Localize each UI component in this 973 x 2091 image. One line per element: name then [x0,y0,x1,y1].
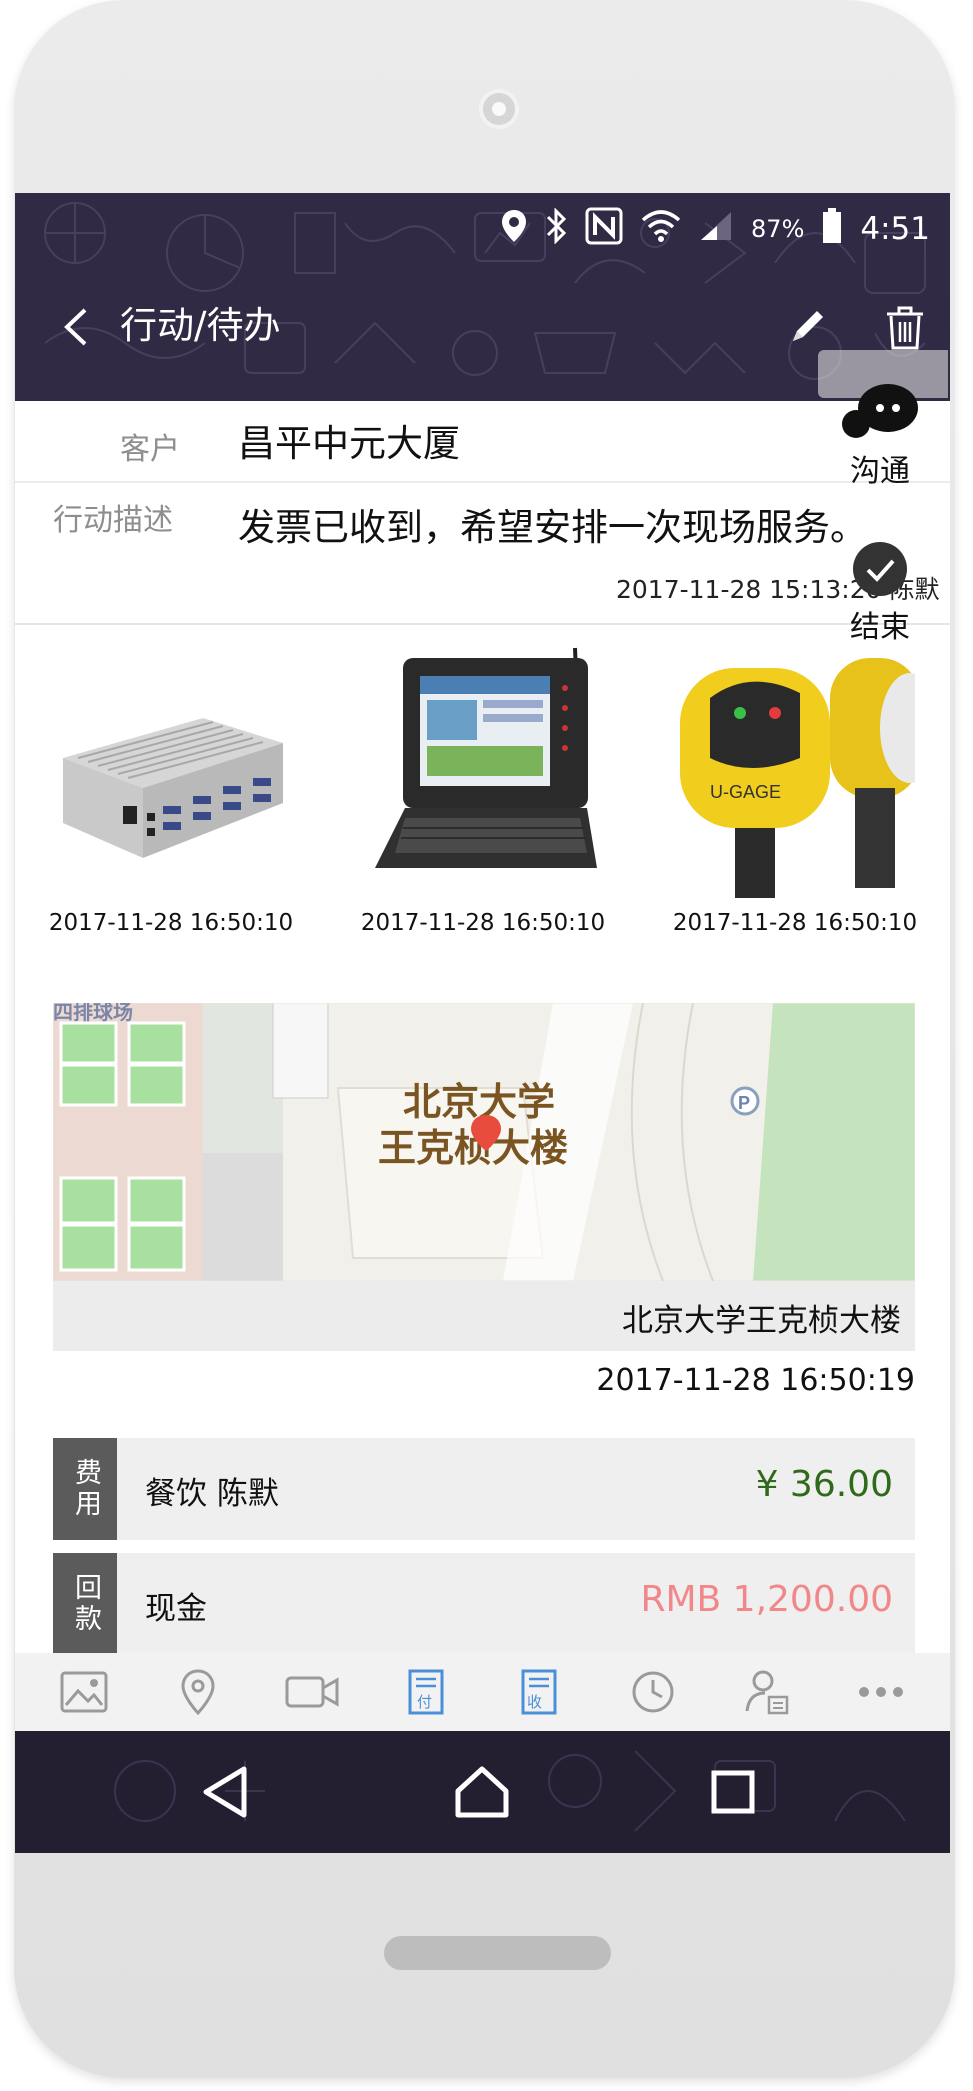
svg-text:U-GAGE: U-GAGE [710,782,781,802]
map-caption-bar: 北京大学王克桢大楼 [53,1281,915,1351]
location-icon [501,209,527,250]
back-button[interactable] [53,302,103,352]
image-button[interactable] [56,1664,112,1720]
payment-card[interactable]: 回款 现金 RMB 1,200.00 [53,1553,915,1653]
pencil-icon [793,311,823,341]
photo-gallery: U-GAGE 2017-11-28 16:50:10 2017-11-28 16… [49,638,917,948]
contact-button[interactable] [739,1664,795,1720]
customer-value[interactable]: 昌平中元大厦 [238,413,460,467]
expense-tag: 费用 [53,1438,117,1540]
page-title: 行动/待办 [120,304,281,347]
location-time: 2017-11-28 16:50:19 [596,1363,915,1398]
battery-icon [822,207,842,251]
expense-card[interactable]: 费用 餐饮 陈默 ¥ 36.00 [53,1438,915,1540]
pay-button[interactable]: 付 [398,1664,454,1720]
trash-icon [887,306,923,350]
edit-button[interactable] [785,303,831,349]
expense-text: 餐饮 陈默 [145,1476,279,1512]
chat-bubble-icon [842,384,918,438]
delete-button[interactable] [883,302,927,352]
video-icon [285,1676,339,1708]
location-button[interactable] [170,1664,226,1720]
pay-text: 付 [417,1693,432,1711]
pay-doc-icon: 付 [408,1669,444,1715]
clock-icon [632,1671,674,1713]
status-bar: 87% 4:51 [501,206,930,252]
finish-button[interactable]: 结束 [805,540,955,646]
chat-label: 沟通 [850,454,910,489]
photo-caption-1: 2017-11-28 16:50:10 [48,910,294,936]
wifi-icon [641,209,681,249]
map-corner-label: 四排球场 [53,1003,133,1024]
user-doc-icon [745,1670,789,1715]
svg-text:P: P [738,1093,750,1113]
rugged-laptop-image [365,638,600,898]
back-triangle-icon [203,1766,247,1818]
customer-label: 客户 [120,432,180,467]
phone-home-pill [384,1936,611,1970]
home-icon [455,1766,509,1818]
nav-home-button[interactable] [442,1756,522,1828]
photo-caption-2: 2017-11-28 16:50:10 [360,910,606,936]
sensor-image: U-GAGE [680,638,915,898]
receive-button[interactable]: 收 [511,1664,567,1720]
chevron-left-icon [64,308,87,346]
floating-actions: 沟通 结束 [805,350,955,670]
location-pin-icon [181,1669,215,1715]
more-button[interactable] [853,1664,909,1720]
photo-thumb-2[interactable] [365,638,600,898]
video-button[interactable] [284,1664,340,1720]
payment-amount: RMB 1,200.00 [640,1579,893,1620]
receive-text: 收 [527,1693,542,1711]
check-circle-icon [853,542,907,596]
payment-tag: 回款 [53,1553,117,1653]
map-image: P 四排球场 北京大学 王克桢大楼 [53,1003,915,1281]
front-camera [479,89,519,129]
signal-icon [699,210,733,249]
bottom-toolbar: 付 收 [15,1653,950,1731]
industrial-pc-image [53,638,288,898]
photo-thumb-1[interactable] [53,638,288,898]
nav-recents-button[interactable] [693,1756,773,1828]
receive-doc-icon: 收 [521,1669,557,1715]
finish-label: 结束 [850,610,910,645]
photo-caption-3: 2017-11-28 16:50:10 [672,910,918,936]
payment-text: 现金 [145,1591,207,1627]
nfc-icon [585,207,623,252]
location-map[interactable]: P 四排球场 北京大学 王克桢大楼 [53,1003,915,1281]
more-icon [859,1687,904,1697]
system-nav-bar [15,1731,950,1853]
status-clock: 4:51 [860,211,930,247]
image-icon [60,1671,108,1713]
map-caption: 北京大学王克桢大楼 [622,1303,901,1339]
recents-square-icon [711,1770,755,1814]
reminder-button[interactable] [625,1664,681,1720]
bluetooth-icon [545,206,567,251]
chat-button[interactable]: 沟通 [805,380,955,490]
nav-back-button[interactable] [185,1756,265,1828]
battery-percent: 87% [751,215,805,243]
description-value: 发票已收到，希望安排一次现场服务。 [238,506,867,549]
photo-thumb-3[interactable]: U-GAGE [680,638,915,898]
expense-amount: ¥ 36.00 [755,1464,893,1505]
description-label: 行动描述 [53,503,173,538]
